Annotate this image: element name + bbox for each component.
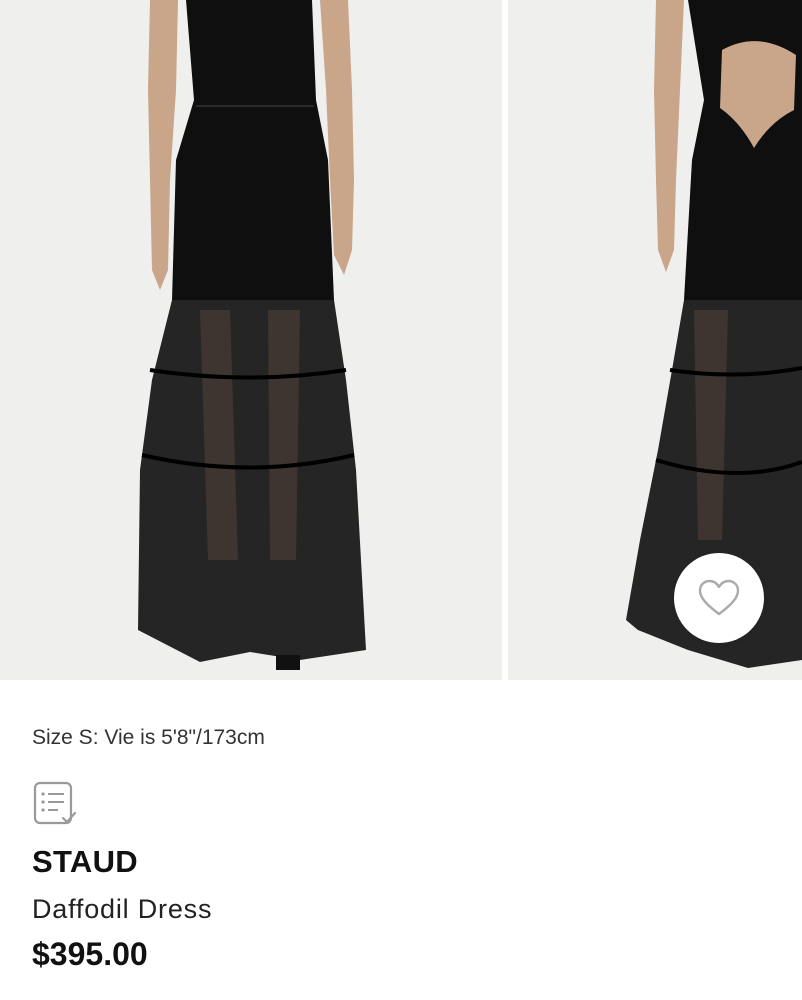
- front-view-illustration: [0, 0, 502, 680]
- product-name: Daffodil Dress: [32, 894, 213, 924]
- product-image-front[interactable]: [0, 0, 502, 680]
- favorite-button[interactable]: [674, 553, 764, 643]
- heart-outline-icon: [698, 579, 740, 616]
- model-size-info: Size S: Vie is 5'8"/173cm: [32, 726, 265, 749]
- brand-name[interactable]: STAUD: [32, 844, 138, 880]
- product-price: $395.00: [32, 936, 148, 972]
- checklist-document-icon[interactable]: [32, 780, 78, 828]
